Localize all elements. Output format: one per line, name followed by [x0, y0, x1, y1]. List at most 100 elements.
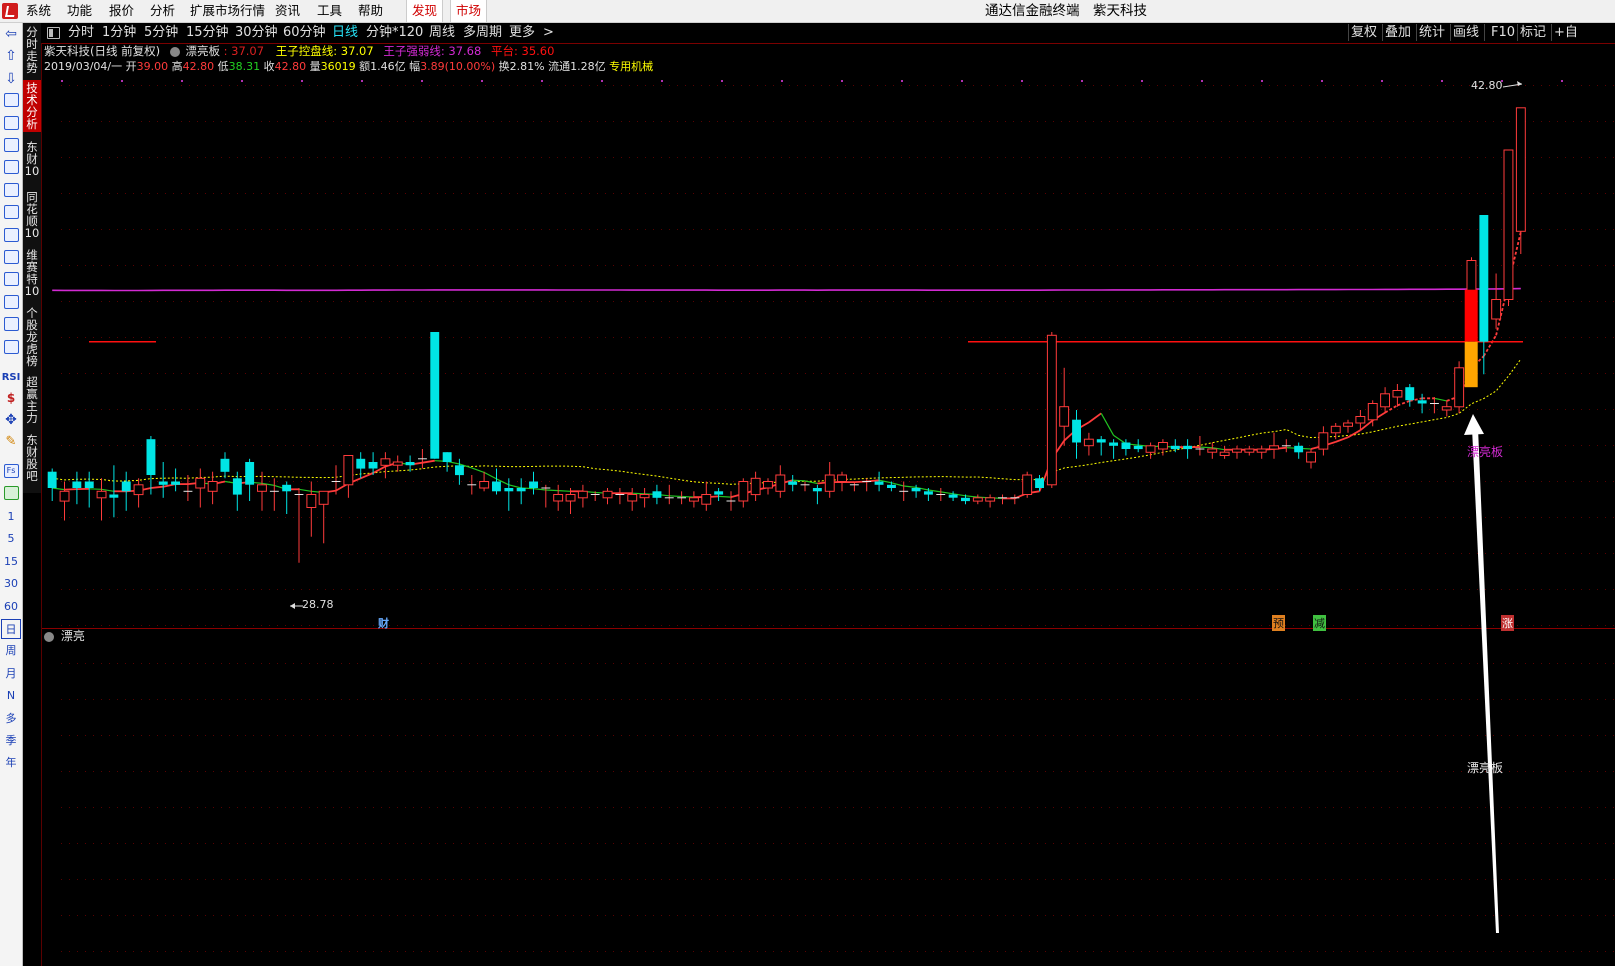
- restore-rights-button[interactable]: 复权: [1348, 24, 1379, 41]
- stock-list-icon[interactable]: [1, 92, 21, 110]
- lower-signal-label: 漂亮板: [1467, 761, 1504, 775]
- short-ma-segment: [545, 489, 559, 492]
- notes-icon[interactable]: [1, 249, 21, 267]
- menu-news[interactable]: 资讯: [275, 3, 300, 19]
- candle-body-up: [306, 494, 317, 508]
- tab-dragon-tiger-list[interactable]: 个股龙虎榜: [23, 307, 41, 367]
- period-30min[interactable]: 30分钟: [235, 25, 278, 41]
- draw-line-button[interactable]: 画线: [1450, 24, 1481, 41]
- report-icon[interactable]: [1, 227, 21, 245]
- arrow-left-icon[interactable]: ⇦: [1, 25, 21, 43]
- arrow-up-icon[interactable]: ⇧: [1, 47, 21, 65]
- circle-icon[interactable]: [1, 316, 21, 334]
- menu-function[interactable]: 功能: [67, 3, 92, 19]
- menu-system[interactable]: 系统: [26, 3, 51, 19]
- event-reduce-marker[interactable]: 减: [1313, 615, 1326, 631]
- period-num-2[interactable]: 15: [1, 552, 21, 572]
- short-ma-segment: [792, 479, 806, 482]
- money-icon[interactable]: $: [1, 389, 21, 407]
- candle-body-up: [1367, 403, 1378, 421]
- candle-body-up: [1244, 448, 1255, 453]
- period-cn-6[interactable]: 年: [1, 753, 21, 773]
- period-cn-1[interactable]: 周: [1, 641, 21, 661]
- candle-body-up: [1059, 406, 1070, 427]
- period-cn-2[interactable]: 月: [1, 664, 21, 684]
- event-forecast-marker[interactable]: 预: [1272, 615, 1285, 631]
- kline-chart[interactable]: [41, 43, 1615, 966]
- trend-icon[interactable]: [1, 339, 21, 357]
- mark-button[interactable]: 标记: [1517, 24, 1548, 41]
- event-rise-marker[interactable]: 涨: [1501, 615, 1514, 631]
- menu-extended-market[interactable]: 扩展市场行情: [190, 3, 265, 19]
- overlay-button[interactable]: 叠加: [1382, 24, 1413, 41]
- short-ma-segment: [903, 485, 917, 488]
- period-60min[interactable]: 60分钟: [283, 25, 326, 41]
- candle-body-down: [47, 471, 57, 488]
- f12-icon[interactable]: [1, 271, 21, 289]
- candle-body-down: [405, 462, 415, 466]
- period-num-4[interactable]: 60: [1, 597, 21, 617]
- rsi-button[interactable]: RSI: [1, 369, 21, 387]
- grid-dot: [721, 80, 723, 82]
- period-more[interactable]: 更多: [509, 25, 535, 41]
- period-cn-4[interactable]: 多: [1, 709, 21, 729]
- news-icon[interactable]: [1, 182, 21, 200]
- panel-toggle-icon[interactable]: [47, 27, 60, 39]
- fs-icon[interactable]: Fs: [1, 463, 21, 481]
- short-ma-segment: [669, 495, 682, 498]
- menu-analysis[interactable]: 分析: [150, 3, 175, 19]
- menu-quote[interactable]: 报价: [109, 3, 134, 19]
- quote-table-icon[interactable]: [1, 115, 21, 133]
- f10-icon[interactable]: [1, 204, 21, 222]
- event-finance-marker[interactable]: 财: [378, 615, 389, 631]
- short-ma-segment: [298, 488, 312, 492]
- menu-market[interactable]: 市场: [450, 0, 488, 22]
- menu-discover[interactable]: 发现: [406, 0, 444, 22]
- period-cn-5[interactable]: 季: [1, 731, 21, 751]
- period-cn-3[interactable]: N: [1, 686, 21, 706]
- period-num-1[interactable]: 5: [1, 529, 21, 549]
- period-multi[interactable]: 多周期: [463, 25, 502, 41]
- chevron-right-icon[interactable]: >: [543, 25, 554, 41]
- period-weekly[interactable]: 周线: [429, 25, 455, 41]
- picture-icon[interactable]: [1, 485, 21, 503]
- candle-body-down: [887, 484, 896, 488]
- f10-button[interactable]: F10: [1484, 24, 1521, 41]
- tab-weisaite-10[interactable]: 维赛特10: [23, 249, 41, 297]
- line-chart-icon[interactable]: [1, 137, 21, 155]
- short-ma-segment: [1397, 400, 1411, 407]
- candle-body-down: [714, 491, 724, 495]
- candle-body-up: [738, 481, 749, 502]
- tab-intraday[interactable]: 分时走势: [23, 26, 41, 74]
- period-num-3[interactable]: 30: [1, 574, 21, 594]
- lower-panel-title[interactable]: 漂亮: [61, 629, 85, 643]
- custom-button[interactable]: +自: [1551, 24, 1580, 41]
- candle-body-down: [1035, 478, 1044, 488]
- menu-help[interactable]: 帮助: [358, 3, 383, 19]
- lower-dropdown-circle-icon[interactable]: [44, 631, 54, 642]
- tab-dongcai-10[interactable]: 东财10: [23, 141, 41, 177]
- statistics-button[interactable]: 统计: [1416, 24, 1447, 41]
- period-num-0[interactable]: 1: [1, 507, 21, 527]
- pencil-icon[interactable]: ✎: [1, 433, 21, 451]
- period-1min[interactable]: 1分钟: [102, 25, 136, 41]
- arrow-down-icon[interactable]: ⇩: [1, 70, 21, 88]
- period-5min[interactable]: 5分钟: [144, 25, 178, 41]
- tab-dongcai-forum[interactable]: 东财股吧: [23, 434, 41, 482]
- kline-icon[interactable]: [1, 159, 21, 177]
- period-15min[interactable]: 15分钟: [186, 25, 229, 41]
- tab-super-main-force[interactable]: 超赢主力: [23, 376, 41, 424]
- period-daily[interactable]: 日线: [332, 25, 358, 41]
- period-cn-0[interactable]: 日: [1, 619, 21, 639]
- f10-alt-icon[interactable]: [1, 294, 21, 312]
- period-intraday[interactable]: 分时: [68, 25, 94, 41]
- app-logo-icon[interactable]: [2, 3, 18, 19]
- tab-tonghuashun-10[interactable]: 同花顺10: [23, 191, 41, 239]
- period-120min[interactable]: 分钟*120: [366, 25, 423, 41]
- menu-tools[interactable]: 工具: [317, 3, 342, 19]
- move-icon[interactable]: ✥: [1, 411, 21, 429]
- short-ma-segment: [681, 495, 694, 498]
- short-ma-segment: [471, 467, 485, 473]
- candle-body-down: [109, 494, 119, 498]
- tab-technical-analysis[interactable]: 技术分析: [23, 80, 41, 132]
